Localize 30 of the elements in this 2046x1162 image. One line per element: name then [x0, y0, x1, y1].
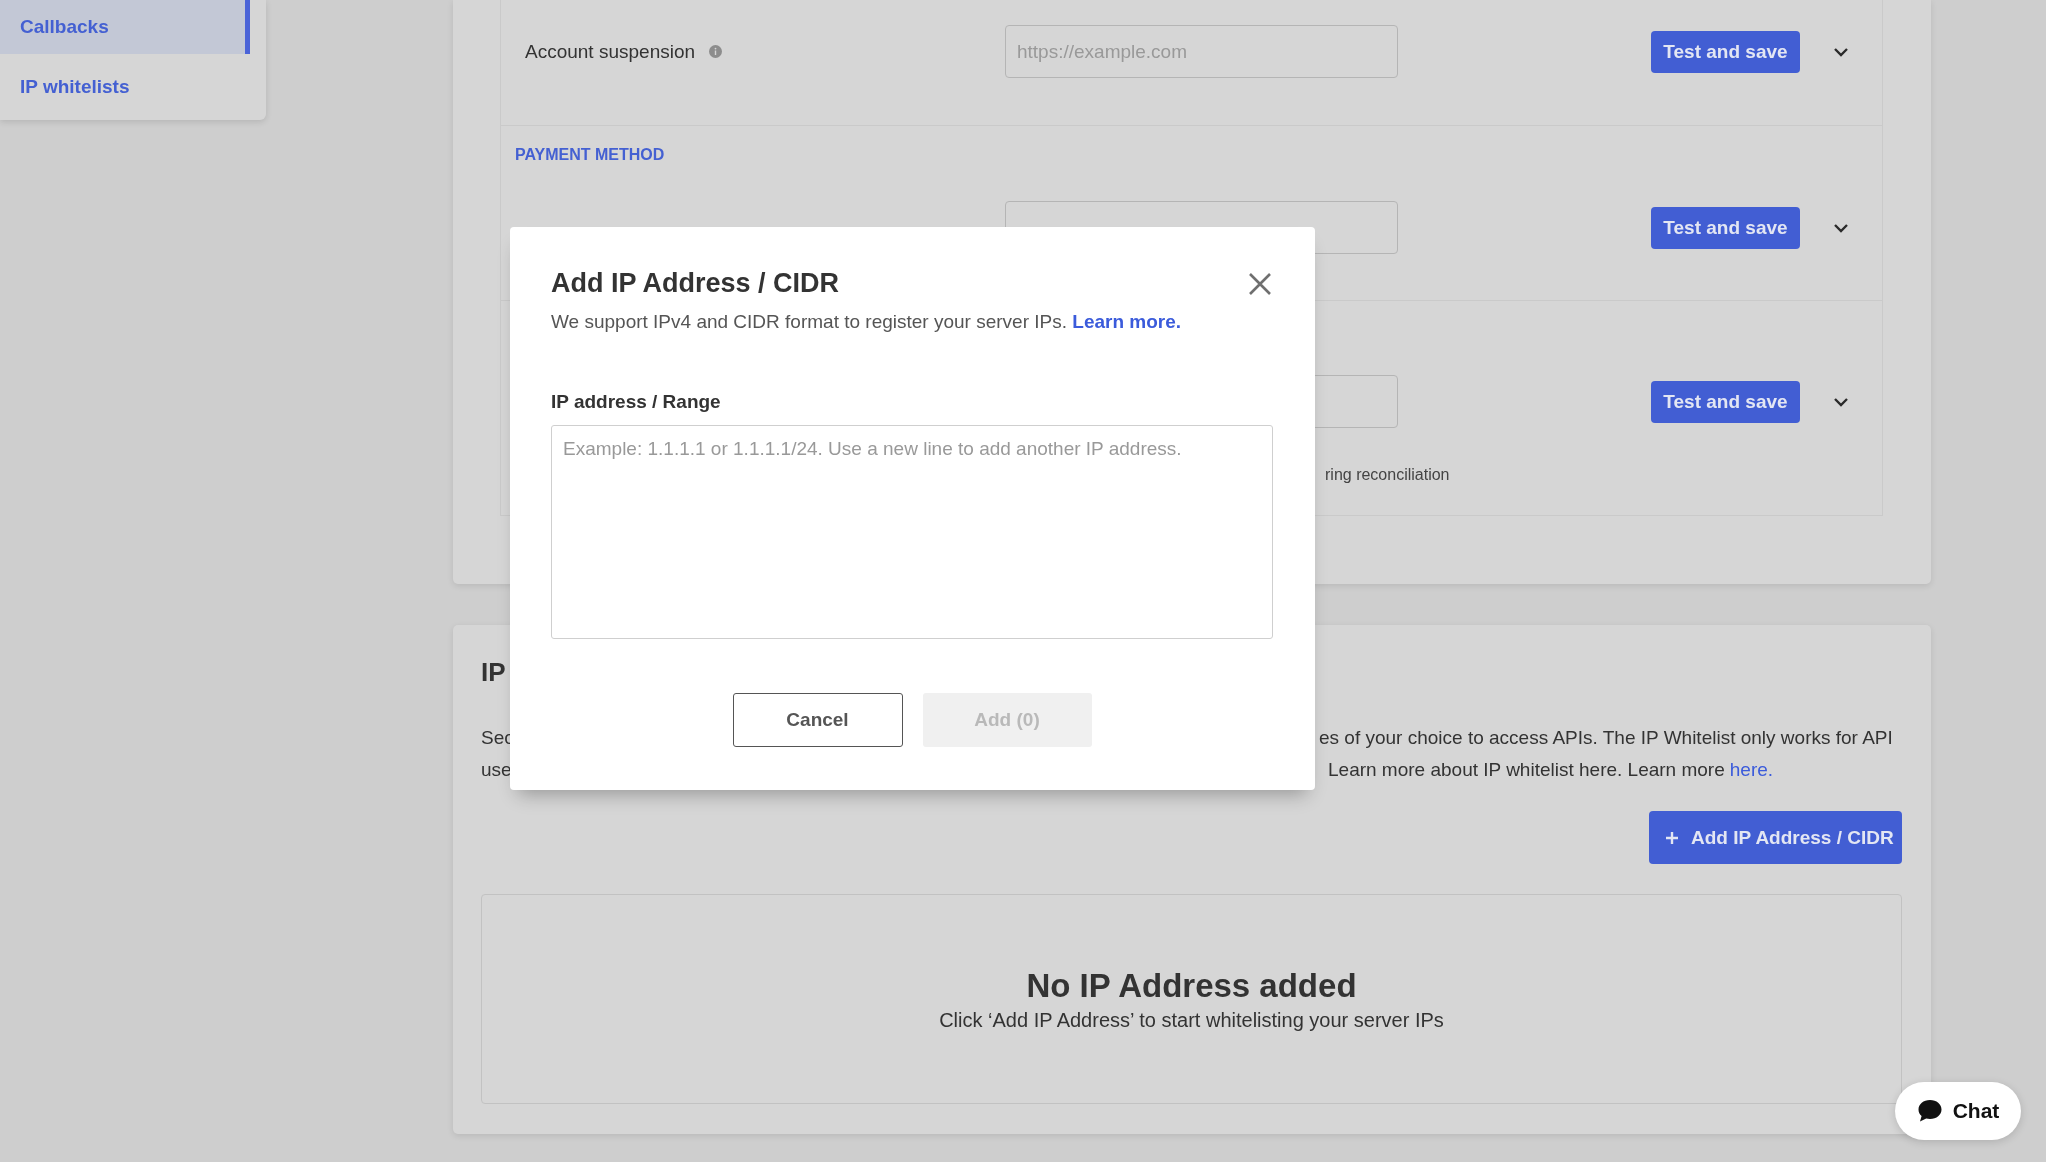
- here-link[interactable]: here.: [1729, 759, 1774, 780]
- test-save-button[interactable]: Test and save: [1651, 206, 1800, 249]
- chat-button[interactable]: Chat: [1895, 1082, 2021, 1140]
- description-text: es of your choice to access APIs. The IP Whitelist only works for API: [1319, 727, 1893, 748]
- section-heading: PAYMENT METHOD: [514, 145, 666, 165]
- learn-more-link[interactable]: Learn more.: [1072, 311, 1182, 332]
- field-label: Account suspension: [525, 40, 696, 63]
- ip-address-field[interactable]: Example: 1.1.1.1 or 1.1.1.1/24. Use a new line to add another IP address.: [551, 425, 1273, 639]
- help-text: ring reconciliation: [1324, 465, 1451, 485]
- plus-icon: [1665, 830, 1679, 845]
- speech-bubble-icon: [1916, 1099, 1943, 1123]
- url-field[interactable]: https://example.com: [1005, 25, 1398, 78]
- field-label: IP address / Range: [551, 391, 722, 413]
- dialog-title: Add IP Address / CIDR: [551, 268, 840, 299]
- description-text: Learn more about IP whitelist here. Learn more: [1328, 759, 1725, 780]
- chevron-icon[interactable]: [1833, 396, 1849, 407]
- sidebar-item[interactable]: Callbacks: [0, 0, 250, 54]
- close-icon[interactable]: [1248, 271, 1272, 296]
- description-text: use: [481, 758, 513, 782]
- empty-state-text: Click ‘Add IP Address’ to start whitelisting your server IPs: [939, 1008, 1444, 1032]
- chevron-icon[interactable]: [1833, 46, 1849, 57]
- empty-state-title: No IP Address added: [1026, 966, 1357, 1005]
- section-title: IP: [481, 656, 507, 689]
- test-save-button[interactable]: Test and save: [1651, 30, 1800, 73]
- chevron-icon[interactable]: [1833, 222, 1849, 233]
- sidebar-item[interactable]: IP whitelists: [0, 54, 266, 120]
- add-ip-button[interactable]: Add IP Address / CIDR: [1649, 811, 1902, 864]
- dialog-description: We support IPv4 and CIDR format to register your server IPs. Learn more.: [551, 311, 1183, 333]
- test-save-button[interactable]: Test and save: [1651, 380, 1800, 423]
- cancel-button[interactable]: Cancel: [732, 693, 903, 747]
